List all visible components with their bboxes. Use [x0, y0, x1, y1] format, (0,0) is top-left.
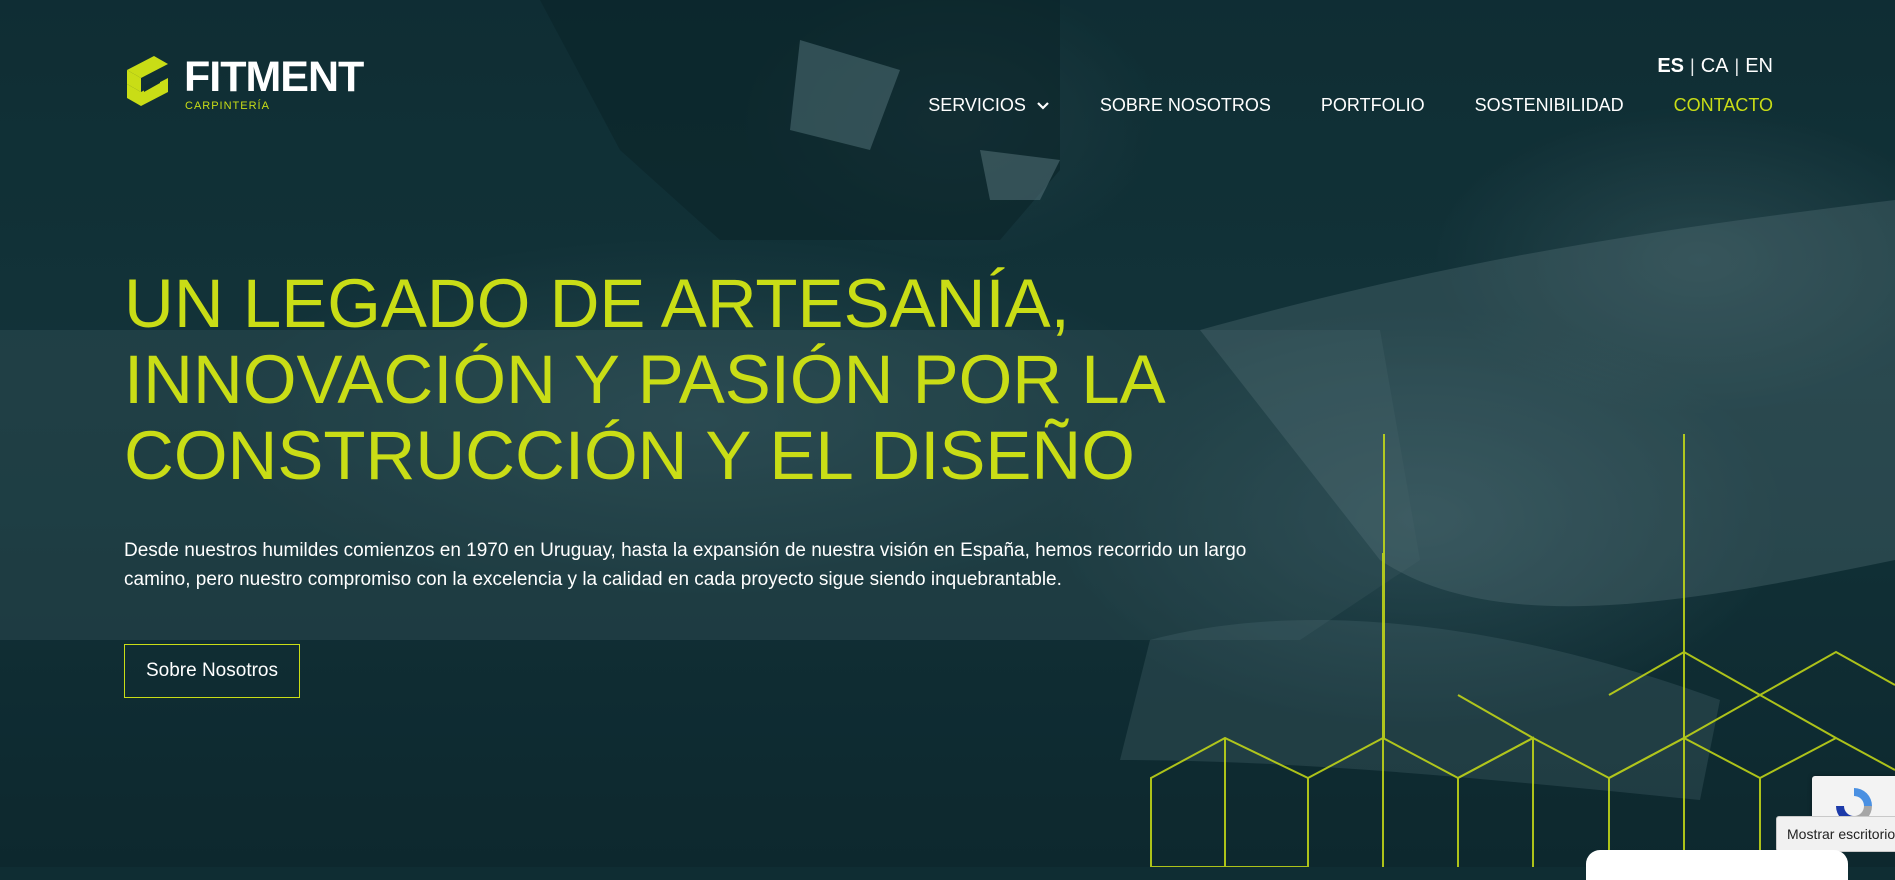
tooltip-show-desktop: Mostrar escritorio	[1776, 816, 1895, 852]
hexagon-decoration	[1150, 434, 1895, 867]
main-nav: SERVICIOS SOBRE NOSOTROS PORTFOLIO SOSTE…	[878, 95, 1773, 116]
lang-separator: |	[1690, 56, 1695, 76]
nav-item-sostenibilidad[interactable]: SOSTENIBILIDAD	[1475, 95, 1624, 116]
headline-line: UN LEGADO DE ARTESANÍA,	[124, 265, 1070, 342]
lang-ca[interactable]: CA	[1701, 55, 1729, 78]
nav-item-servicios[interactable]: SERVICIOS	[928, 95, 1050, 116]
language-switcher: ES | CA | EN	[1657, 55, 1773, 78]
logo-tagline: CARPINTERÍA	[185, 100, 270, 112]
lang-es[interactable]: ES	[1657, 55, 1684, 78]
chevron-down-icon[interactable]	[1036, 101, 1050, 111]
hero-headline: UN LEGADO DE ARTESANÍA, INNOVACIÓN Y PAS…	[124, 266, 1224, 494]
logo-name: FITMENT	[184, 53, 364, 101]
nav-item-sobre-nosotros[interactable]: SOBRE NOSOTROS	[1100, 95, 1271, 116]
chat-widget-tab[interactable]	[1586, 850, 1848, 880]
headline-line: CONSTRUCCIÓN Y EL DISEÑO	[124, 417, 1135, 494]
sobre-nosotros-button[interactable]: Sobre Nosotros	[124, 644, 300, 698]
headline-line: INNOVACIÓN Y PASIÓN POR LA	[124, 341, 1166, 418]
nav-item-portfolio[interactable]: PORTFOLIO	[1321, 95, 1425, 116]
lang-separator: |	[1734, 56, 1740, 76]
nav-label: SERVICIOS	[928, 95, 1026, 115]
site-logo[interactable]: FITMENT CARPINTERÍA	[124, 53, 364, 112]
fitment-logo-icon	[127, 56, 168, 106]
hero-intro: Desde nuestros humildes comienzos en 197…	[124, 540, 1247, 590]
nav-item-contacto[interactable]: CONTACTO	[1674, 95, 1773, 116]
lang-en[interactable]: EN	[1745, 55, 1773, 78]
